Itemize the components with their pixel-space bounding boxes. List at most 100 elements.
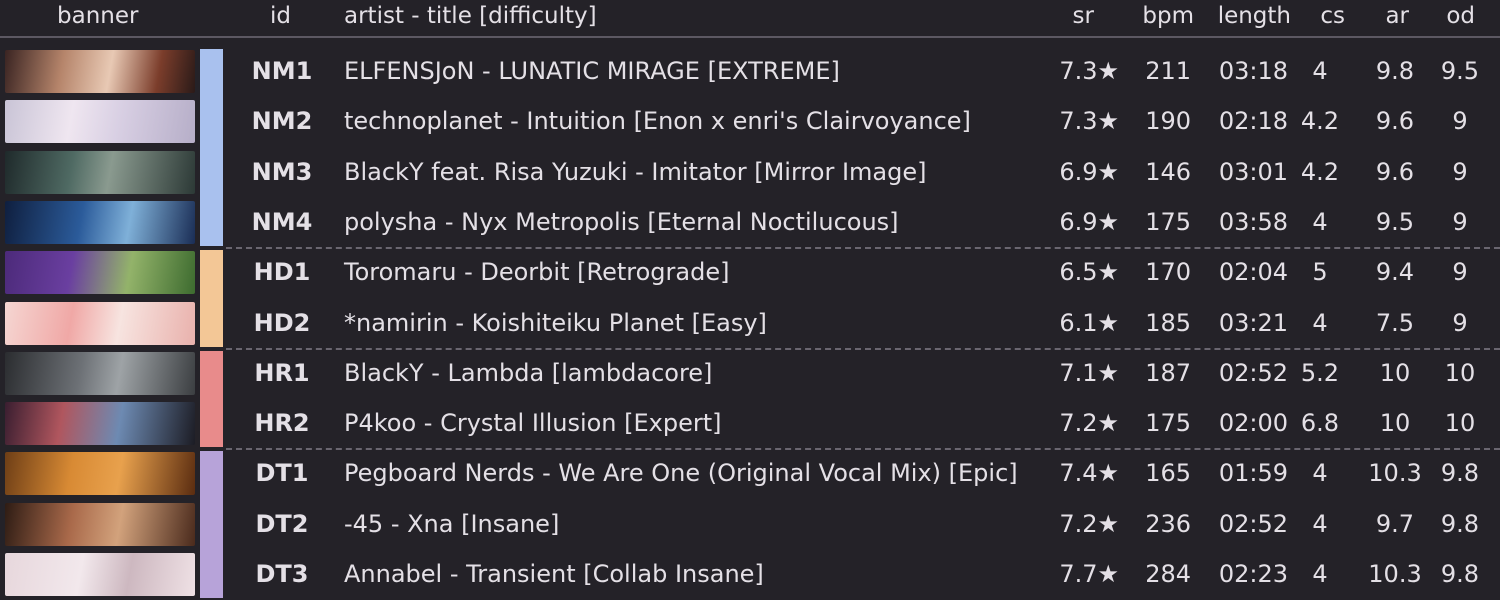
banner-image (5, 50, 195, 93)
star-rating: 7.3★ (1059, 107, 1119, 136)
cs-value: 5.2 (1300, 358, 1340, 387)
map-title: BlackY - Lambda [lambdacore] (344, 358, 713, 387)
ar-value: 10.3 (1368, 459, 1422, 488)
length-value: 01:59 (1218, 459, 1288, 488)
map-id: DT2 (255, 509, 309, 538)
bpm-value: 175 (1145, 207, 1191, 236)
ar-value: 9.7 (1375, 509, 1415, 538)
bpm-value: 190 (1145, 107, 1191, 136)
bpm-value: 284 (1145, 560, 1191, 588)
length-value: 02:52 (1218, 509, 1288, 538)
banner-image (5, 200, 195, 244)
od-value: 9 (1452, 107, 1468, 136)
cs-value: 6.8 (1300, 409, 1340, 438)
bpm-value: 170 (1145, 258, 1191, 287)
map-id: HD2 (253, 308, 311, 337)
group-divider (226, 347, 1500, 350)
group-divider (226, 247, 1500, 250)
od-value: 9 (1452, 258, 1468, 287)
banner-image (5, 100, 195, 144)
cs-value: 4 (1312, 57, 1328, 85)
cs-value: 4 (1312, 509, 1328, 538)
star-rating: 6.9★ (1059, 207, 1119, 236)
map-id: DT3 (255, 560, 309, 588)
ar-value: 9.6 (1375, 107, 1415, 136)
length-value: 03:18 (1218, 57, 1288, 85)
star-rating: 7.1★ (1059, 358, 1119, 387)
map-title: *namirin - Koishiteiku Planet [Easy] (344, 308, 767, 337)
od-value: 10 (1444, 358, 1476, 387)
table-row[interactable]: HD2 *namirin - Koishiteiku Planet [Easy] 6… (0, 299, 1500, 349)
header-od: od (1446, 3, 1475, 29)
cs-value: 4 (1312, 459, 1328, 488)
table-row[interactable]: DT1 Pegboard Nerds - We Are One (Original… (0, 449, 1500, 499)
mod-color-stripe (200, 250, 223, 347)
banner-image (5, 502, 195, 546)
map-title: BlackY feat. Risa Yuzuki - Imitator [Mir… (344, 157, 927, 186)
mod-color-stripe (200, 350, 223, 448)
map-id: NM2 (251, 107, 313, 136)
table-row[interactable]: DT2 -45 - Xna [Insane] 7.2★ 236 02:52 4 9.7 9.8 (0, 500, 1500, 550)
header-length: length (1217, 3, 1291, 29)
star-rating: 7.2★ (1059, 409, 1119, 438)
header-sr: sr (1072, 3, 1094, 29)
od-value: 9 (1452, 308, 1468, 337)
od-value: 9.8 (1440, 560, 1480, 588)
bpm-value: 175 (1145, 409, 1191, 438)
map-title: Pegboard Nerds - We Are One (Original Vo… (344, 459, 1018, 488)
cs-value: 4.2 (1300, 107, 1340, 136)
table-row[interactable]: NM1 ELFENSJoN - LUNATIC MIRAGE [EXTREME] 7… (0, 47, 1500, 97)
cs-value: 5 (1312, 258, 1328, 287)
star-rating: 7.3★ (1059, 57, 1119, 85)
cs-value: 4 (1312, 207, 1328, 236)
bpm-value: 211 (1145, 57, 1191, 85)
star-rating: 6.1★ (1059, 308, 1119, 337)
header-ar: ar (1385, 3, 1409, 29)
star-rating: 7.7★ (1059, 560, 1119, 588)
ar-value: 10.3 (1368, 560, 1422, 588)
cs-value: 4.2 (1300, 157, 1340, 186)
map-id: NM4 (251, 207, 313, 236)
star-rating: 7.4★ (1059, 459, 1119, 488)
map-title: Toromaru - Deorbit [Retrograde] (344, 258, 730, 287)
table-row[interactable]: HD1 Toromaru - Deorbit [Retrograde] 6.5★ 17… (0, 248, 1500, 298)
header-cs: cs (1320, 3, 1345, 29)
ar-value: 9.4 (1375, 258, 1415, 287)
cs-value: 4 (1312, 308, 1328, 337)
table-row[interactable]: DT3 Annabel - Transient [Collab Insane] 7.… (0, 550, 1500, 600)
star-rating: 6.9★ (1059, 157, 1119, 186)
map-id: HR2 (254, 409, 310, 438)
header-banner: banner (57, 3, 139, 29)
banner-image (5, 402, 195, 446)
banner-image (5, 452, 195, 496)
map-id: NM3 (251, 157, 313, 186)
map-title: P4koo - Crystal Illusion [Expert] (344, 409, 722, 438)
table-row[interactable]: NM2 technoplanet - Intuition [Enon x enri… (0, 97, 1500, 147)
bpm-value: 236 (1145, 509, 1191, 538)
table-row[interactable]: HR2 P4koo - Crystal Illusion [Expert] 7.2★… (0, 399, 1500, 449)
length-value: 02:23 (1218, 560, 1288, 588)
banner-image (5, 251, 195, 295)
ar-value: 9.8 (1375, 57, 1415, 85)
ar-value: 10 (1379, 409, 1411, 438)
od-value: 9.8 (1440, 509, 1480, 538)
map-id: HR1 (254, 358, 310, 387)
map-title: technoplanet - Intuition [Enon x enri's … (344, 107, 971, 136)
bpm-value: 185 (1145, 308, 1191, 337)
length-value: 03:01 (1218, 157, 1288, 186)
bpm-value: 187 (1145, 358, 1191, 387)
bpm-value: 165 (1145, 459, 1191, 488)
banner-image (5, 351, 195, 395)
ar-value: 10 (1379, 358, 1411, 387)
header-bpm: bpm (1142, 3, 1194, 29)
table-row[interactable]: HR1 BlackY - Lambda [lambdacore] 7.1★ 187 02… (0, 349, 1500, 399)
map-title: Annabel - Transient [Collab Insane] (344, 560, 764, 588)
bpm-value: 146 (1145, 157, 1191, 186)
mod-color-stripe (200, 49, 223, 247)
length-value: 02:00 (1218, 409, 1288, 438)
mod-color-stripe (200, 451, 223, 599)
table-row[interactable]: NM3 BlackY feat. Risa Yuzuki - Imitator [… (0, 148, 1500, 198)
map-id: DT1 (255, 459, 309, 488)
table-row[interactable]: NM4 polysha - Nyx Metropolis [Eternal Noc… (0, 198, 1500, 248)
group-divider (226, 448, 1500, 451)
